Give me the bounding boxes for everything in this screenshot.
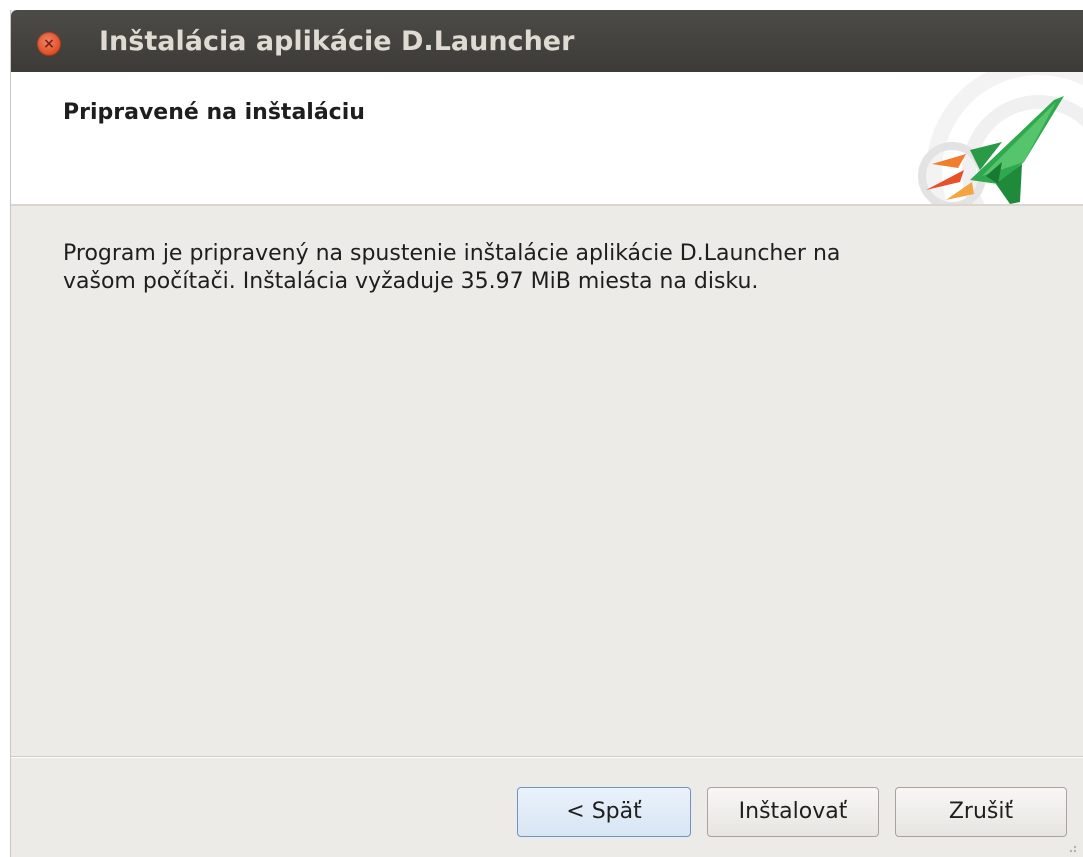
- back-button[interactable]: < Späť: [517, 787, 691, 837]
- close-icon[interactable]: ×: [37, 32, 61, 56]
- title-bar[interactable]: × Inštalácia aplikácie D.Launcher: [11, 10, 1083, 72]
- description-line-1: Program je pripravený na spustenie inšta…: [63, 241, 841, 266]
- button-separator: [11, 756, 1083, 758]
- description-text: Program je pripravený na spustenie inšta…: [63, 240, 1053, 296]
- page-header: Pripravené na inštaláciu: [11, 72, 1083, 206]
- cancel-button[interactable]: Zrušiť: [895, 787, 1067, 837]
- installer-window: × Inštalácia aplikácie D.Launcher Pripra…: [10, 10, 1083, 857]
- window-title: Inštalácia aplikácie D.Launcher: [99, 26, 575, 57]
- install-button[interactable]: Inštalovať: [707, 787, 879, 837]
- page-title: Pripravené na inštaláciu: [63, 100, 365, 125]
- resize-grip-icon[interactable]: [1063, 839, 1077, 853]
- rocket-logo-icon: [918, 72, 1083, 204]
- description-line-2: vašom počítači. Inštalácia vyžaduje 35.9…: [63, 269, 759, 294]
